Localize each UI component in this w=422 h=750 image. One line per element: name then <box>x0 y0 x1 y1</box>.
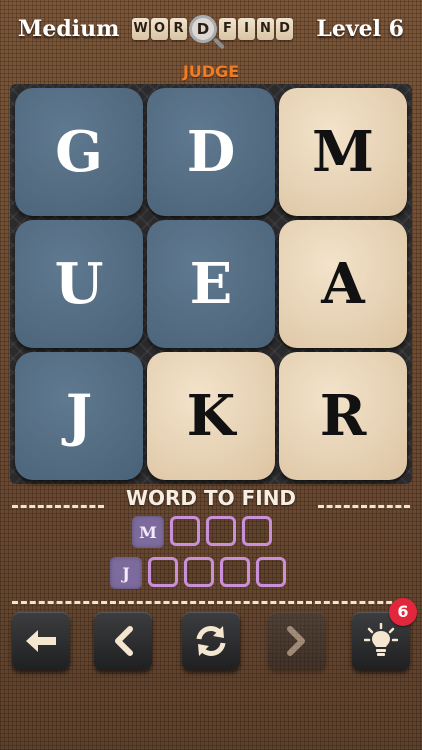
tile-letter: M <box>312 119 374 185</box>
hint-letter: J <box>110 557 142 589</box>
shuffle-button[interactable] <box>182 612 240 670</box>
tile-letter: J <box>65 383 93 449</box>
difficulty-label: Medium <box>18 16 120 42</box>
letter-slot <box>170 516 200 546</box>
letter-tile[interactable]: D <box>147 88 275 216</box>
tile-letter: G <box>55 119 103 185</box>
back-button[interactable] <box>12 612 70 670</box>
arrow-left-icon <box>26 630 56 652</box>
chevron-right-icon <box>287 626 305 656</box>
header: Medium W O R D F I N D Level 6 <box>0 0 422 62</box>
dashed-divider <box>318 505 410 508</box>
letter-slot <box>206 516 236 546</box>
logo-letter: F <box>219 18 236 40</box>
logo-letter: W <box>132 18 149 40</box>
hint-count-badge: 6 <box>389 598 417 626</box>
tile-letter: R <box>319 383 367 449</box>
chevron-left-icon <box>115 626 133 656</box>
tile-letter: U <box>54 251 104 317</box>
letter-tile[interactable]: M <box>279 88 407 216</box>
letter-slot <box>242 516 272 546</box>
letter-tile[interactable]: K <box>147 352 275 480</box>
category-label: JUDGE <box>182 62 240 81</box>
letter-slot <box>256 557 286 587</box>
logo-letter: I <box>238 18 255 40</box>
logo-letter: N <box>257 18 274 40</box>
dashed-divider <box>12 601 410 604</box>
word-slots-row: M <box>132 516 272 548</box>
next-button[interactable] <box>268 612 326 670</box>
word-to-find-header: WORD TO FIND <box>0 486 422 516</box>
letter-slot <box>148 557 178 587</box>
undo-button[interactable] <box>94 612 152 670</box>
letter-tile[interactable]: U <box>15 220 143 348</box>
wordfind-logo: W O R D F I N D <box>132 14 293 46</box>
hint-letter: M <box>132 516 164 548</box>
letter-tile[interactable]: G <box>15 88 143 216</box>
letter-slot <box>184 557 214 587</box>
logo-letter: R <box>170 18 187 40</box>
logo-letter: O <box>151 18 168 40</box>
letter-tile[interactable]: R <box>279 352 407 480</box>
lightbulb-icon <box>364 623 398 656</box>
tile-letter: K <box>186 383 236 449</box>
tile-letter: A <box>321 251 365 317</box>
letter-tile[interactable]: A <box>279 220 407 348</box>
refresh-icon <box>196 626 226 656</box>
level-label: Level 6 <box>316 16 404 42</box>
letter-tile[interactable]: E <box>147 220 275 348</box>
tile-letter: E <box>189 251 233 317</box>
logo-letter: D <box>276 18 293 40</box>
tile-letter: D <box>186 119 236 185</box>
word-slots-row: J <box>110 557 286 589</box>
letter-slot <box>220 557 250 587</box>
magnifier-icon: D <box>189 15 217 43</box>
letter-board: G D M U E A J K R <box>10 84 412 484</box>
letter-tile[interactable]: J <box>15 352 143 480</box>
